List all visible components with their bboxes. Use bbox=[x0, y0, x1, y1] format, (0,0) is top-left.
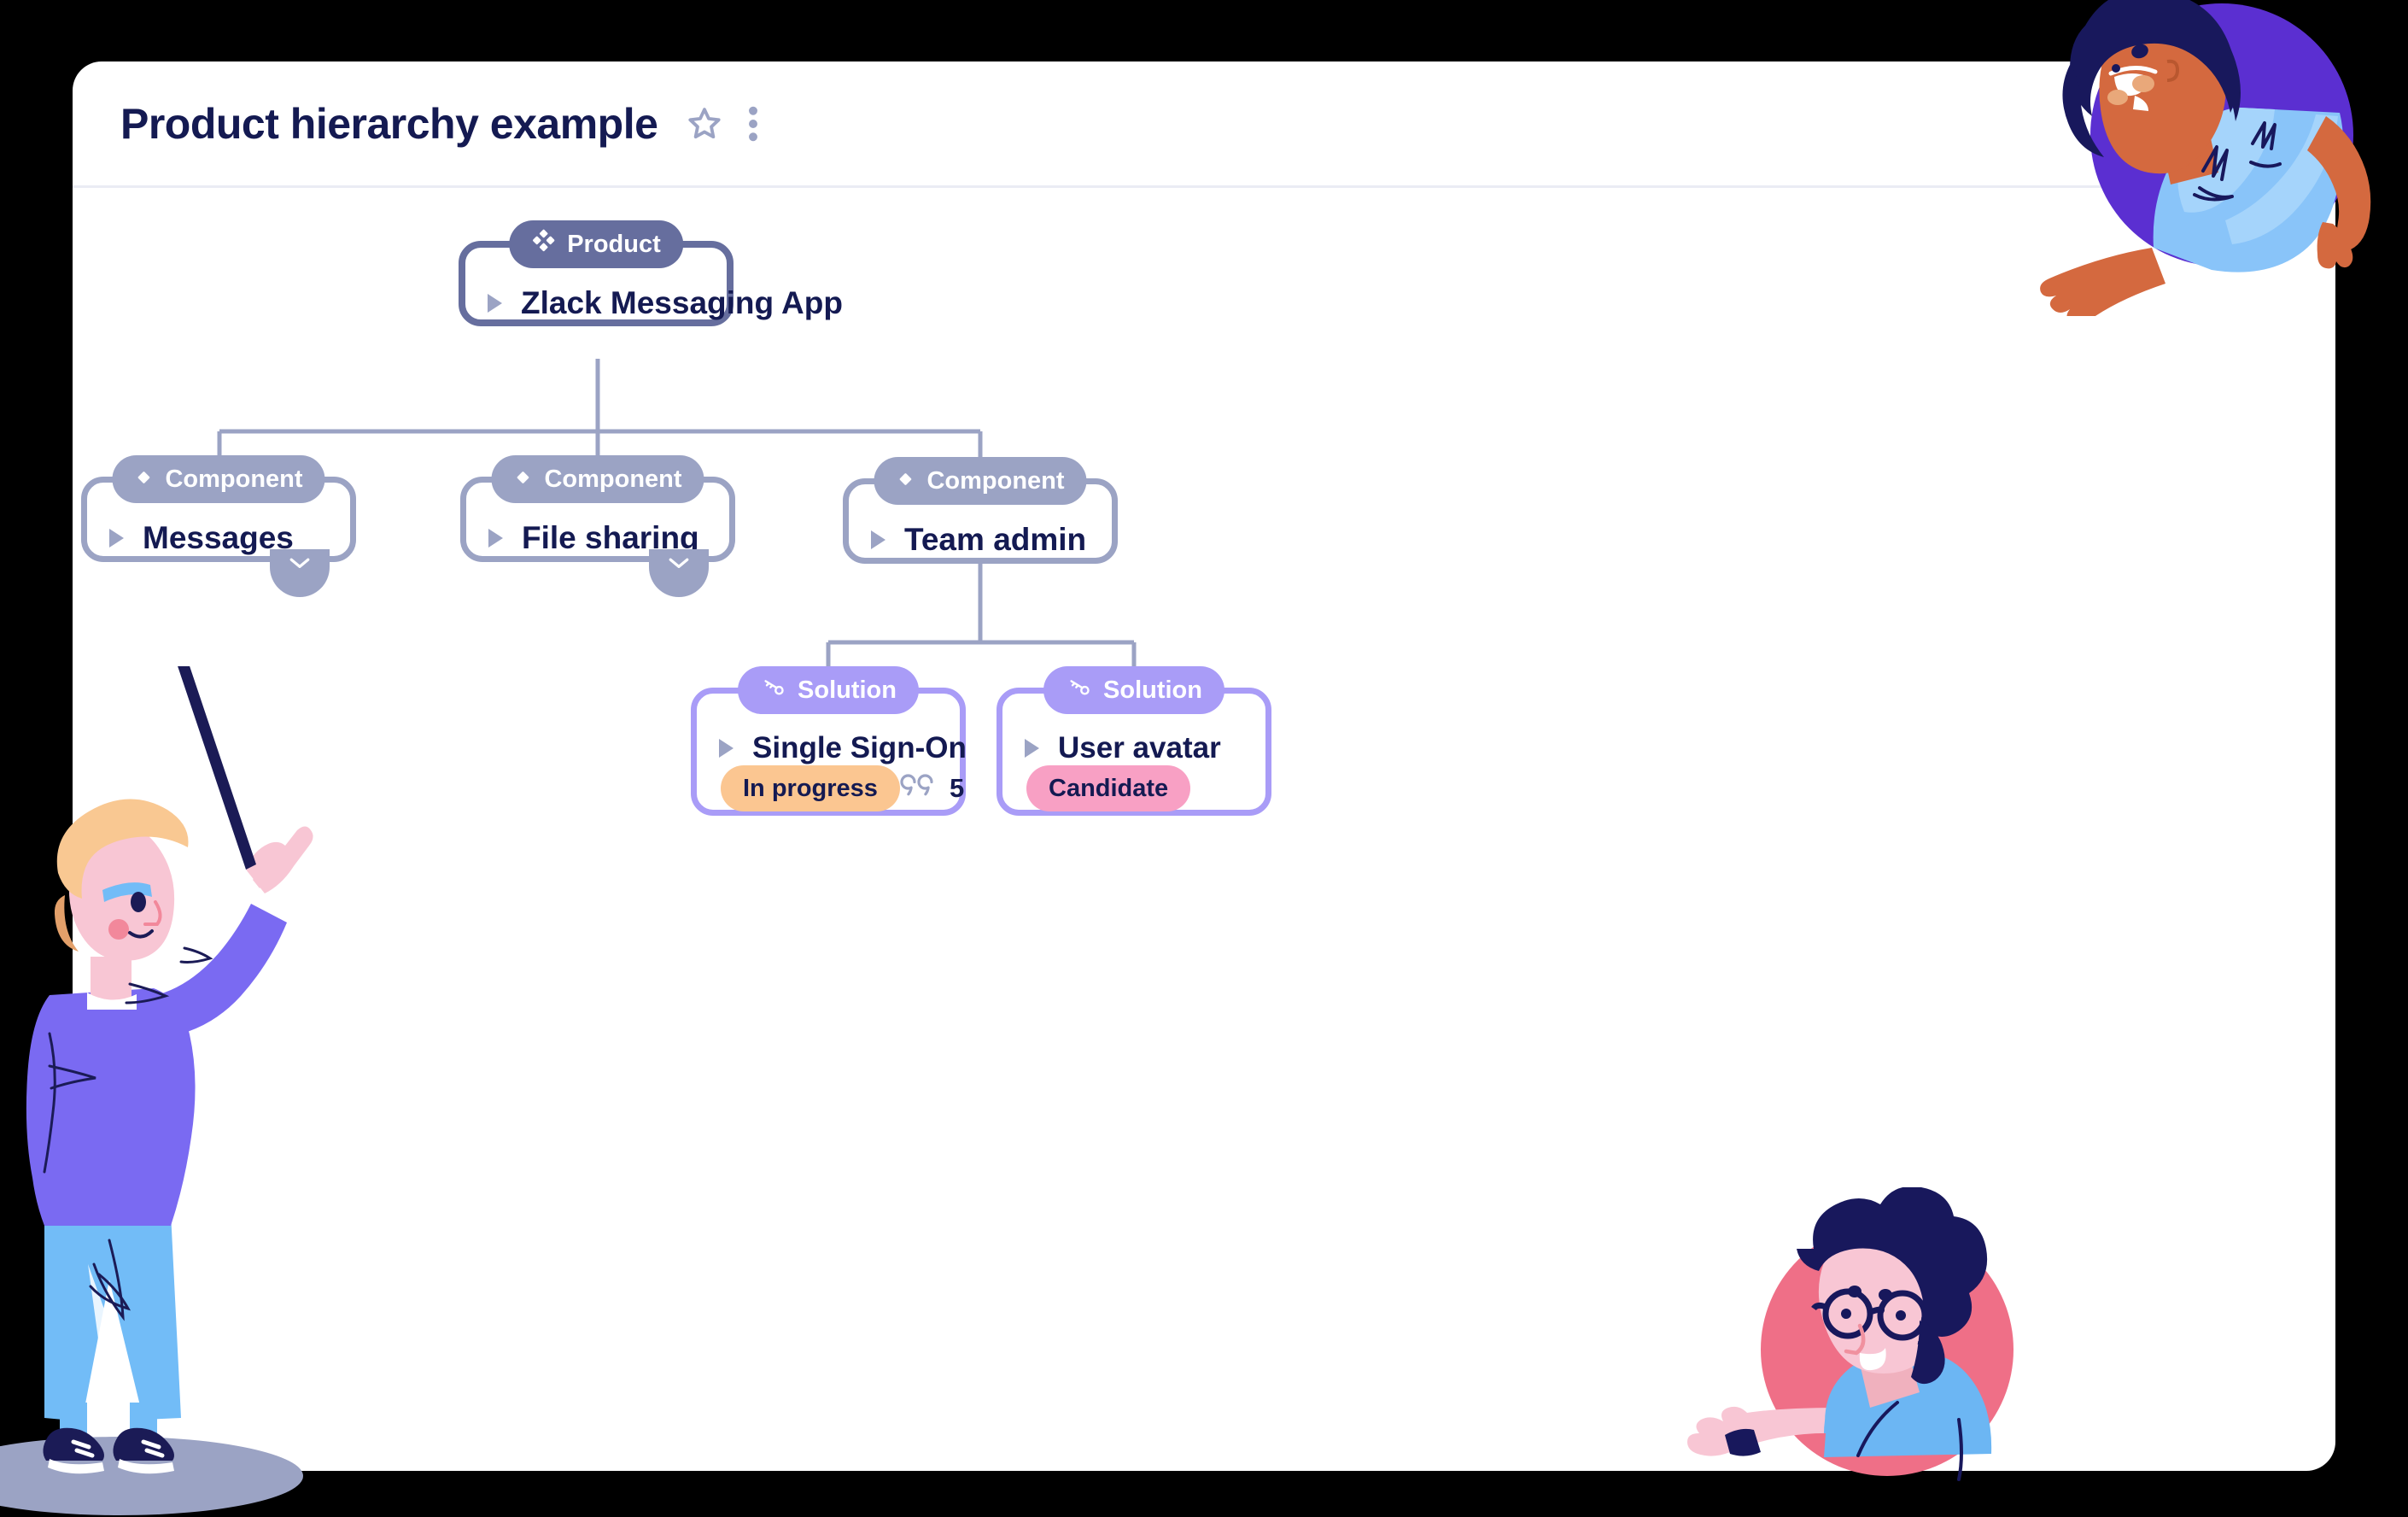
node-pill-label: Component bbox=[165, 465, 303, 493]
disclosure-triangle-icon[interactable] bbox=[871, 530, 885, 549]
chevron-down-icon bbox=[289, 556, 311, 574]
disclosure-triangle-icon[interactable] bbox=[488, 529, 503, 548]
node-component-messages[interactable]: Component Messages bbox=[81, 455, 356, 597]
node-pill-component: Component bbox=[112, 455, 325, 503]
node-title-row: Zlack Messaging App bbox=[465, 285, 843, 321]
disclosure-triangle-icon[interactable] bbox=[109, 529, 124, 548]
node-pill-product: Product bbox=[509, 220, 683, 268]
node-pill-solution: Solution bbox=[1043, 666, 1224, 714]
diagram-canvas[interactable]: Product Zlack Messaging App Component Me… bbox=[73, 188, 2335, 1471]
node-title-row: Team admin bbox=[849, 522, 1112, 558]
key-icon bbox=[760, 676, 786, 705]
more-vertical-icon[interactable] bbox=[736, 101, 770, 147]
node-pill-label: Component bbox=[926, 466, 1065, 495]
node-title: Zlack Messaging App bbox=[521, 285, 843, 320]
star-outline-icon[interactable] bbox=[681, 101, 728, 147]
comment-count-group[interactable]: 5 bbox=[900, 772, 964, 805]
node-component-team-admin[interactable]: Component Team admin bbox=[843, 457, 1118, 564]
page-title: Product hierarchy example bbox=[120, 99, 658, 148]
node-pill-label: Product bbox=[567, 230, 661, 258]
diamond-cluster-icon bbox=[531, 229, 555, 260]
comment-count: 5 bbox=[949, 773, 965, 803]
node-footer: In progress 5 bbox=[697, 765, 964, 811]
node-title: Team admin bbox=[904, 522, 1087, 557]
disclosure-triangle-icon[interactable] bbox=[719, 739, 734, 758]
status-badge[interactable]: Candidate bbox=[1026, 765, 1191, 811]
diamond-icon bbox=[513, 466, 532, 494]
node-component-file-sharing[interactable]: Component File sharing bbox=[460, 455, 735, 597]
node-solution-single-sign-on[interactable]: Solution Single Sign-On In progress 5 bbox=[691, 666, 967, 816]
node-title-row: Single Sign-On bbox=[697, 731, 967, 765]
node-pill-label: Component bbox=[544, 465, 682, 493]
node-product-zlack[interactable]: Product Zlack Messaging App bbox=[459, 220, 843, 326]
titlebar: Product hierarchy example bbox=[73, 62, 2335, 188]
expand-children-button[interactable] bbox=[270, 549, 330, 597]
node-title-row: User avatar bbox=[1002, 731, 1265, 765]
node-pill-solution: Solution bbox=[738, 666, 919, 714]
diamond-icon bbox=[896, 467, 915, 495]
disclosure-triangle-icon[interactable] bbox=[488, 294, 502, 313]
node-title: User avatar bbox=[1058, 731, 1221, 764]
expand-children-button[interactable] bbox=[649, 549, 709, 597]
key-icon bbox=[1066, 676, 1091, 705]
node-title: Single Sign-On bbox=[752, 731, 967, 764]
node-pill-label: Solution bbox=[1103, 676, 1202, 704]
chevron-down-icon bbox=[668, 556, 690, 574]
status-badge[interactable]: In progress bbox=[721, 765, 900, 811]
node-pill-component: Component bbox=[874, 457, 1087, 505]
node-pill-component: Component bbox=[491, 455, 704, 503]
node-pill-label: Solution bbox=[798, 676, 897, 704]
connector-layer bbox=[217, 359, 1137, 688]
node-solution-user-avatar[interactable]: Solution User avatar Candidate bbox=[997, 666, 1271, 816]
screen: Product hierarchy example Product Zlack … bbox=[0, 0, 2408, 1517]
diamond-icon bbox=[134, 466, 153, 494]
app-card: Product hierarchy example Product Zlack … bbox=[73, 62, 2335, 1471]
quote-icon bbox=[900, 772, 938, 805]
node-footer: Candidate bbox=[1002, 765, 1265, 811]
disclosure-triangle-icon[interactable] bbox=[1025, 739, 1039, 758]
